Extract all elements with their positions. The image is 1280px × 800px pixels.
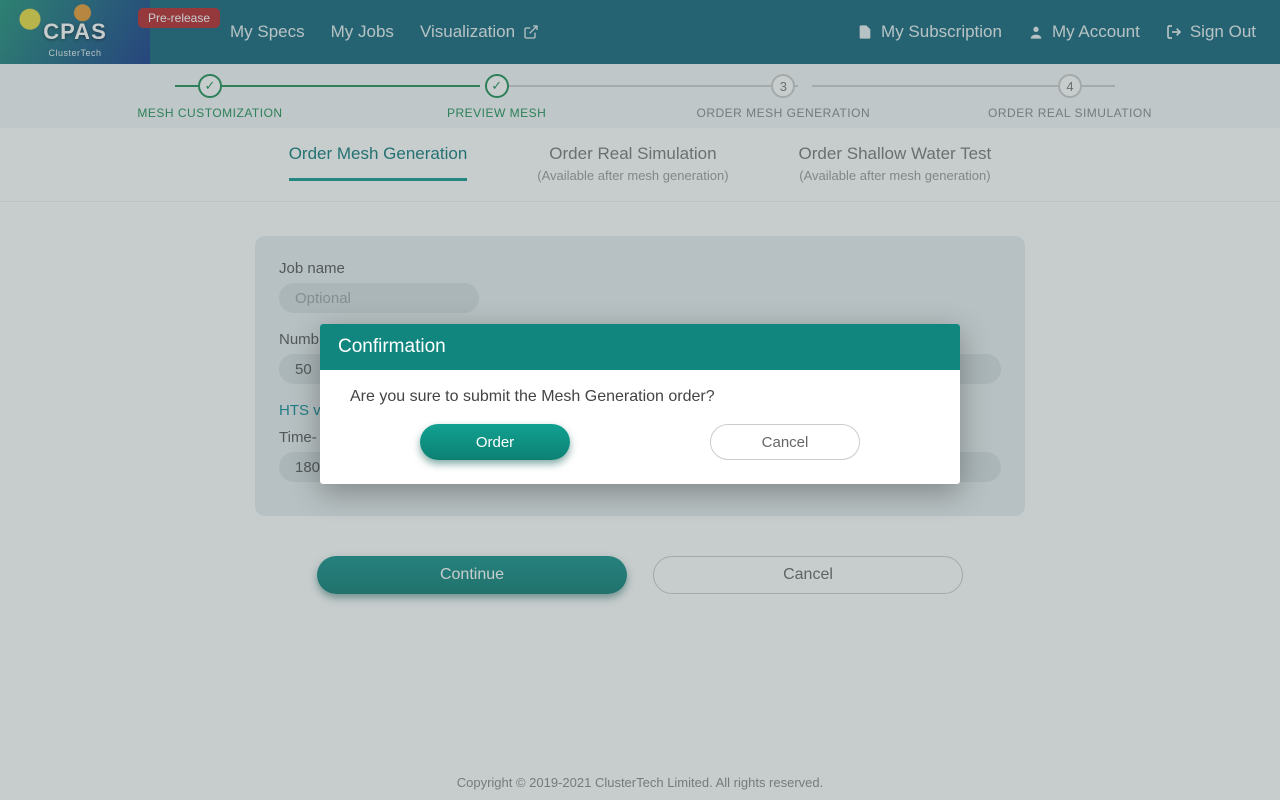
modal-body: Are you sure to submit the Mesh Generati… xyxy=(320,370,960,484)
modal-order-button[interactable]: Order xyxy=(420,424,570,460)
modal-buttons: Order Cancel xyxy=(350,424,930,460)
confirmation-modal: Confirmation Are you sure to submit the … xyxy=(320,324,960,484)
modal-message: Are you sure to submit the Mesh Generati… xyxy=(350,388,930,406)
modal-title: Confirmation xyxy=(320,324,960,370)
modal-cancel-button[interactable]: Cancel xyxy=(710,424,860,460)
